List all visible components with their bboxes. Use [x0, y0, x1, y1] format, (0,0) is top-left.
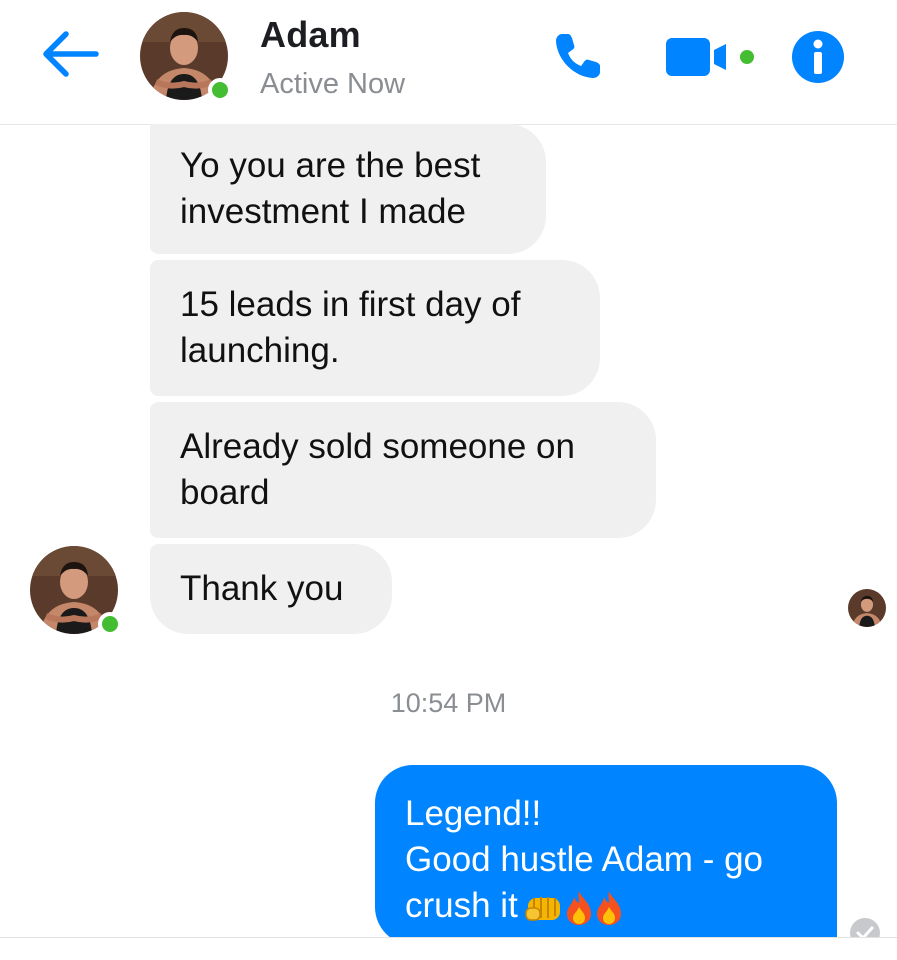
incoming-message-bubble[interactable]: 15 leads in first day of launching. — [150, 260, 600, 396]
incoming-message-bubble[interactable]: Yo you are the best investment I made — [150, 124, 546, 254]
message-text: 15 leads in first day of launching. — [180, 285, 521, 370]
back-arrow-icon[interactable] — [38, 28, 100, 80]
contact-avatar[interactable] — [140, 12, 232, 102]
emoji-group — [524, 889, 624, 927]
incoming-message-bubble[interactable]: Thank you — [150, 544, 392, 634]
message-timestamp: 10:54 PM — [390, 688, 507, 718]
outgoing-message-bubble[interactable]: Legend!! Good hustle Adam - go crush it — [375, 765, 837, 945]
online-status-dot — [98, 612, 122, 636]
conversation-header: Adam Active Now — [0, 0, 897, 125]
online-status-dot — [208, 78, 232, 102]
video-camera-icon[interactable] — [664, 36, 760, 78]
composer-area-edge — [0, 938, 897, 960]
active-status-text: Active Now — [260, 68, 406, 100]
phone-icon[interactable] — [550, 28, 606, 84]
message-text-last-line: crush it — [405, 883, 807, 929]
contact-name[interactable]: Adam — [260, 14, 361, 56]
fire-emoji-icon — [596, 890, 621, 925]
messenger-conversation: Adam Active Now Yo you are the best inve… — [0, 0, 897, 960]
message-text: Already sold someone on board — [180, 427, 575, 512]
message-text: Yo you are the best investment I made — [180, 146, 481, 231]
message-text: Legend!! — [405, 794, 542, 833]
incoming-message-bubble[interactable]: Already sold someone on board — [150, 402, 656, 538]
fire-emoji-icon — [566, 890, 591, 925]
message-text: Thank you — [180, 569, 344, 608]
fist-emoji-icon — [525, 896, 560, 921]
sender-avatar[interactable] — [30, 546, 122, 636]
read-receipt-avatar — [848, 589, 886, 627]
message-text: Good hustle Adam - go — [405, 840, 763, 879]
info-icon[interactable] — [791, 30, 845, 84]
message-text: crush it — [405, 886, 518, 925]
